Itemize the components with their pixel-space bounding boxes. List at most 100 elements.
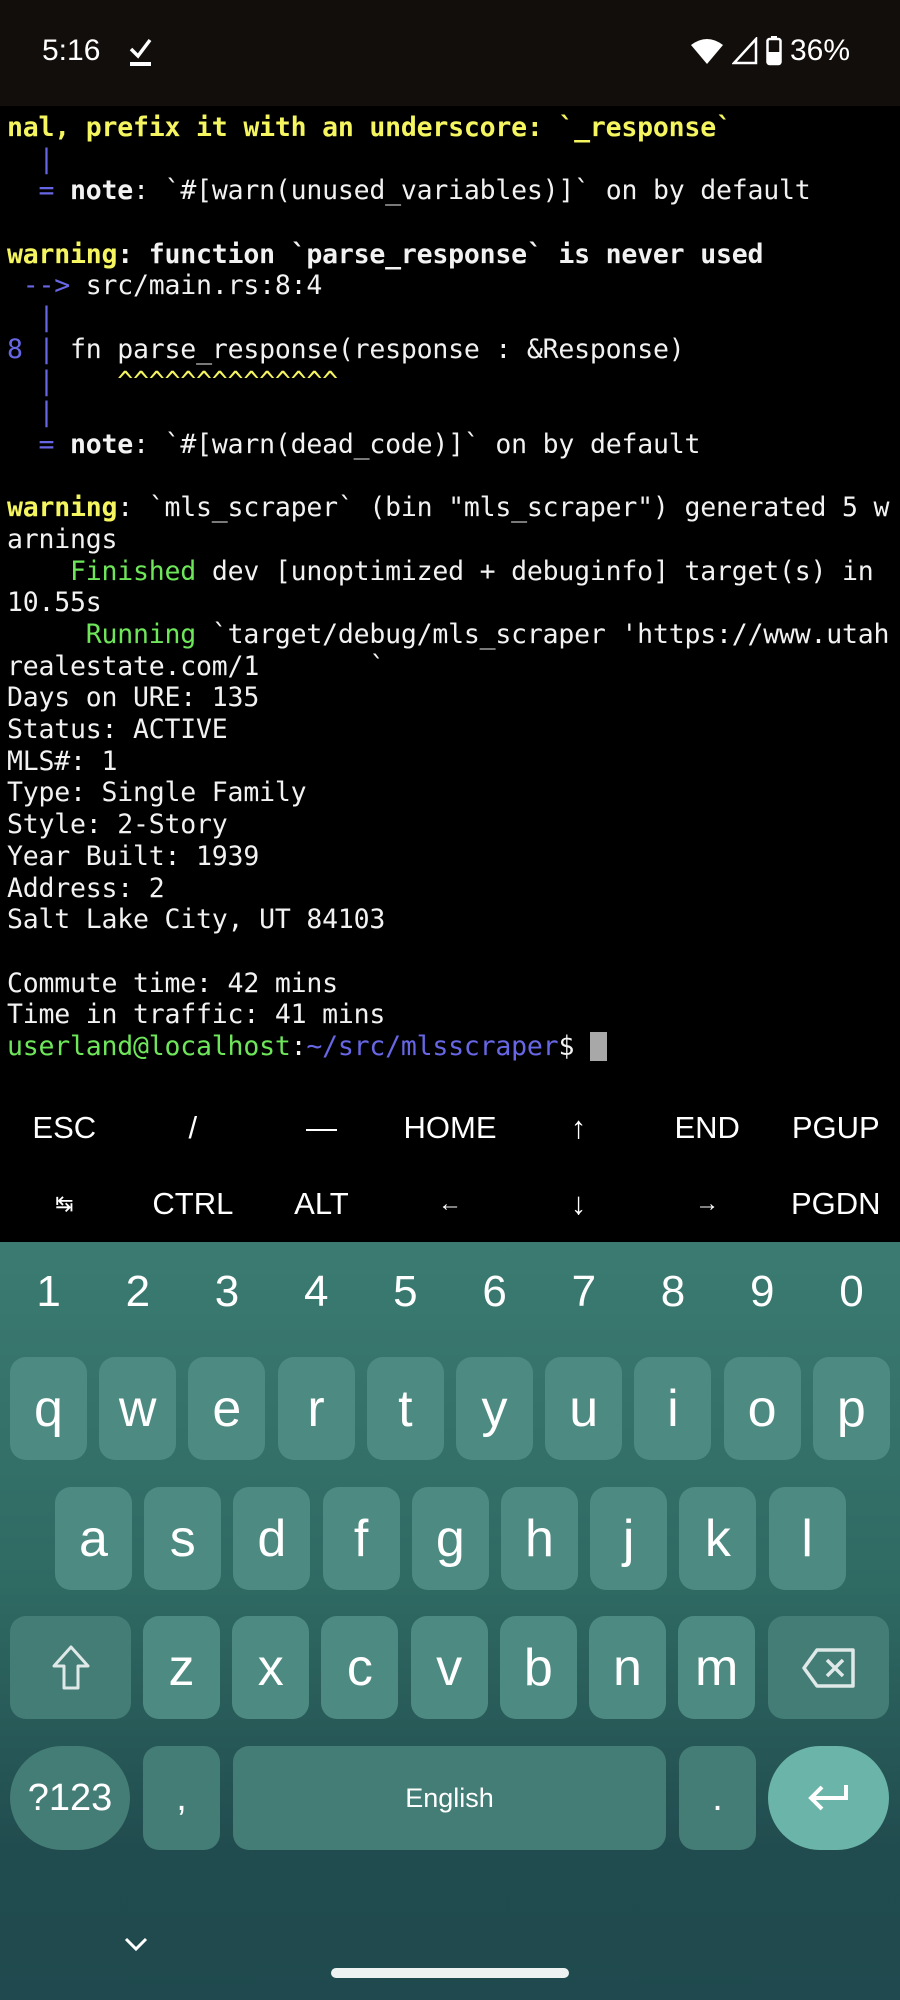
alt-key[interactable]: ALT	[257, 1166, 386, 1242]
key-z[interactable]: z	[143, 1616, 220, 1719]
symbols-key[interactable]: ?123	[10, 1746, 130, 1850]
prompt-separator: :	[290, 1030, 307, 1062]
key-label: h	[525, 1509, 554, 1568]
number-key-9[interactable]: 9	[718, 1242, 807, 1342]
terminal-line: Salt Lake City, UT 84103	[7, 904, 889, 936]
battery-percent: 36%	[789, 34, 850, 67]
key-u[interactable]: u	[545, 1357, 623, 1460]
number-key-5[interactable]: 5	[361, 1242, 450, 1342]
terminal-text: =	[7, 428, 71, 460]
prompt-path: ~/src/mlsscraper	[306, 1030, 559, 1062]
key-q[interactable]: q	[10, 1357, 87, 1460]
enter-key[interactable]	[768, 1746, 889, 1850]
number-key-7[interactable]: 7	[539, 1242, 628, 1342]
terminal-output[interactable]: nal, prefix it with an underscore: `_res…	[0, 106, 900, 1091]
key-r[interactable]: r	[277, 1357, 355, 1460]
key-h[interactable]: h	[501, 1487, 578, 1590]
key-label: q	[34, 1379, 63, 1438]
key-d[interactable]: d	[233, 1487, 311, 1590]
number-key-8[interactable]: 8	[628, 1242, 717, 1342]
terminal-text: -->	[7, 270, 86, 302]
key-b[interactable]: b	[499, 1616, 577, 1719]
number-key-4[interactable]: 4	[272, 1242, 361, 1342]
dash-key[interactable]: —	[257, 1090, 386, 1166]
key-o[interactable]: o	[723, 1357, 801, 1460]
comma-key[interactable]: ,	[143, 1746, 220, 1850]
terminal-text: Status: ACTIVE	[7, 714, 228, 746]
key-e[interactable]: e	[188, 1357, 266, 1460]
terminal-text: src/main.rs:8:4	[85, 270, 323, 302]
key-t[interactable]: t	[366, 1357, 444, 1460]
key-l[interactable]: l	[768, 1487, 846, 1590]
key-c[interactable]: c	[321, 1616, 399, 1719]
home-gesture-bar[interactable]	[331, 1968, 569, 1978]
terminal-line: warning: `mls_scraper` (bin "mls_scraper…	[7, 492, 889, 524]
terminal-text: Style: 2-Story	[7, 809, 228, 841]
home-key[interactable]: HOME	[386, 1090, 515, 1166]
pgdn-key[interactable]: PGDN	[771, 1166, 900, 1242]
terminal-line: |	[7, 397, 889, 429]
slash-key[interactable]: /	[129, 1090, 258, 1166]
key-label: e	[212, 1379, 242, 1438]
terminal-text: : `#[warn(dead_code)]` on by default	[133, 428, 701, 460]
terminal-line: Finished dev [unoptimized + debuginfo] t…	[7, 556, 889, 588]
terminal-line: 10.55s	[7, 587, 889, 619]
key-j[interactable]: j	[590, 1487, 668, 1590]
prompt-line[interactable]: userland@localhost:~/src/mlsscraper$	[7, 1031, 889, 1063]
terminal-text: Commute time: 42 mins	[7, 967, 338, 999]
key-label: p	[836, 1379, 866, 1438]
key-label: a	[79, 1509, 108, 1568]
period-key[interactable]: .	[679, 1746, 756, 1850]
end-key[interactable]: END	[643, 1090, 772, 1166]
key-a[interactable]: a	[55, 1487, 132, 1590]
key-i[interactable]: i	[634, 1357, 712, 1460]
clock: 5:16	[42, 34, 101, 67]
arrow-left-key[interactable]: ←	[386, 1166, 515, 1242]
number-key-1[interactable]: 1	[4, 1242, 93, 1342]
backspace-key[interactable]	[768, 1616, 889, 1719]
key-y[interactable]: y	[456, 1357, 533, 1460]
arrow-down-key[interactable]: ↓	[514, 1166, 643, 1242]
key-f[interactable]: f	[322, 1487, 400, 1590]
arrow-up-key[interactable]: ↑	[514, 1090, 643, 1166]
terminal-line: Days on URE: 135	[7, 682, 889, 714]
number-key-2[interactable]: 2	[93, 1242, 182, 1342]
pgup-key[interactable]: PGUP	[771, 1090, 900, 1166]
key-w[interactable]: w	[99, 1357, 177, 1460]
key-label: j	[622, 1509, 635, 1568]
shift-key[interactable]	[10, 1616, 131, 1719]
ctrl-key[interactable]: CTRL	[129, 1166, 258, 1242]
key-p[interactable]: p	[812, 1357, 890, 1460]
terminal-text: Year Built: 1939	[7, 840, 260, 872]
key-g[interactable]: g	[411, 1487, 489, 1590]
key-n[interactable]: n	[589, 1616, 666, 1719]
number-key-6[interactable]: 6	[450, 1242, 539, 1342]
extra-keys-bar: ESC / — HOME ↑ END PGUP ↹ CTRL ALT ← ↓ →…	[0, 1090, 900, 1242]
esc-key[interactable]: ESC	[0, 1090, 129, 1166]
terminal-text: ^^^^^^^^^^^^^^	[117, 365, 338, 397]
key-v[interactable]: v	[410, 1616, 488, 1719]
arrow-right-key[interactable]: →	[643, 1166, 772, 1242]
terminal-text: |	[7, 365, 118, 397]
terminal-line: Status: ACTIVE	[7, 714, 889, 746]
hide-keyboard-icon[interactable]	[122, 1935, 150, 1953]
terminal-line: nal, prefix it with an underscore: `_res…	[7, 112, 889, 144]
terminal-line: |	[7, 302, 889, 334]
key-label: w	[118, 1379, 157, 1438]
terminal-line: Type: Single Family	[7, 777, 889, 809]
number-key-0[interactable]: 0	[807, 1242, 896, 1342]
space-bar[interactable]: English	[233, 1746, 666, 1850]
terminal-text: Type: Single Family	[7, 777, 307, 809]
key-label: k	[704, 1509, 731, 1568]
key-m[interactable]: m	[678, 1616, 756, 1719]
key-k[interactable]: k	[679, 1487, 757, 1590]
key-x[interactable]: x	[232, 1616, 310, 1719]
key-label: b	[523, 1638, 553, 1697]
terminal-text: : function `parse_response` is never use…	[117, 238, 764, 270]
terminal-line: |	[7, 144, 889, 176]
key-label: x	[257, 1638, 284, 1697]
number-key-3[interactable]: 3	[182, 1242, 271, 1342]
tab-key[interactable]: ↹	[0, 1166, 129, 1242]
key-s[interactable]: s	[144, 1487, 222, 1590]
